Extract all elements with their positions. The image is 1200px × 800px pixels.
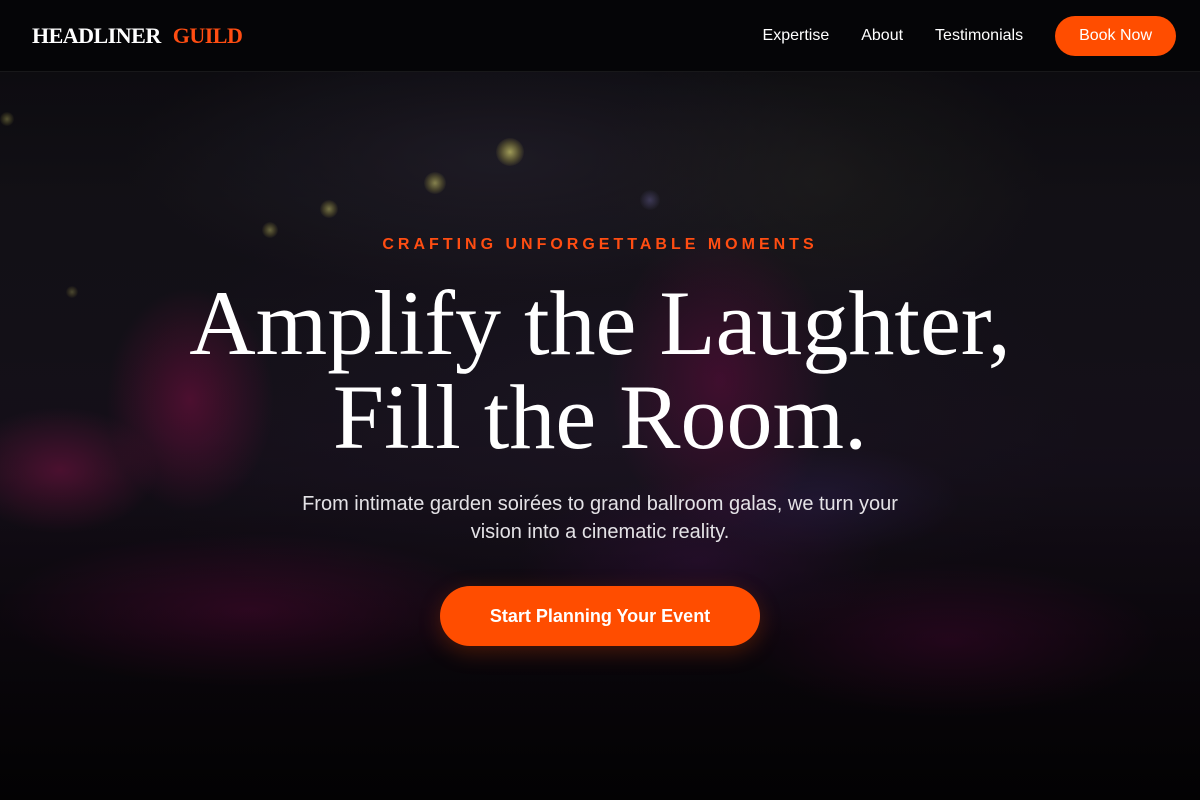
- start-planning-button[interactable]: Start Planning Your Event: [440, 586, 760, 646]
- landing-page: HEADLINER GUILD Expertise About Testimoni…: [0, 0, 1200, 800]
- hero-eyebrow: CRAFTING UNFORGETTABLE MOMENTS: [382, 236, 818, 253]
- hero-headline-line2: Fill the Room.: [332, 366, 868, 468]
- hero-section: CRAFTING UNFORGETTABLE MOMENTS Amplify t…: [0, 0, 1200, 800]
- hero-subtitle: From intimate garden soirées to grand ba…: [302, 493, 898, 543]
- hero-headline-line1: Amplify the Laughter,: [189, 272, 1011, 374]
- hero-headline: Amplify the Laughter, Fill the Room.: [0, 276, 1200, 464]
